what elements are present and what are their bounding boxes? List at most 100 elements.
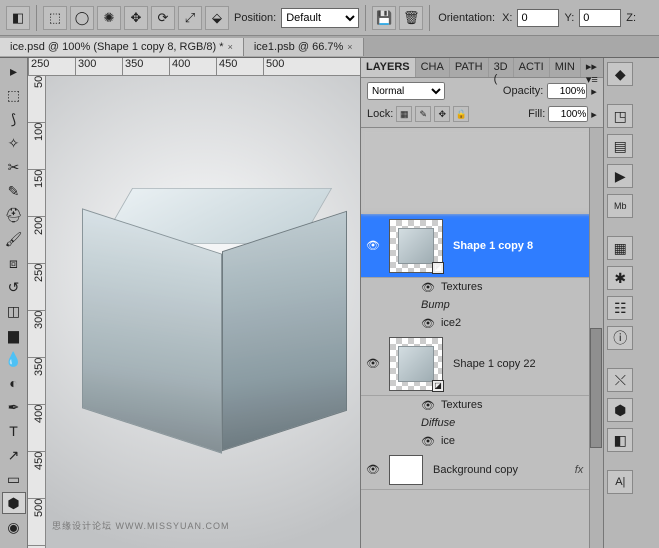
pen-tool-icon[interactable]: ✒ [2,396,26,418]
close-icon[interactable]: × [228,42,233,52]
collapse-icon[interactable]: ◆ [607,62,633,86]
path-tool-icon[interactable]: ↗ [2,444,26,466]
layer-thumbnail[interactable]: ◪ [389,219,443,273]
lock-image-icon[interactable]: ✎ [415,106,431,122]
visibility-eye-icon[interactable]: 👁 [421,399,435,412]
visibility-eye-icon[interactable]: 👁 [421,435,435,448]
eyedropper-tool-icon[interactable]: ✎ [2,180,26,202]
blend-mode-select[interactable]: Normal [367,82,445,100]
swatches-icon[interactable]: ▦ [607,236,633,260]
crop-tool-icon[interactable]: ✂ [2,156,26,178]
save-icon[interactable]: 💾 [372,6,396,30]
orientation-label: Orientation: [438,12,495,24]
ice-cube-render [86,176,346,436]
info-icon[interactable]: ⓘ [607,326,633,350]
histogram-icon[interactable]: ▤ [607,134,633,158]
mb-icon[interactable]: Mb [607,194,633,218]
move-tool-icon[interactable]: ▸ [2,60,26,82]
3d-camera-tool-icon[interactable]: ◉ [2,516,26,538]
3d-scene-icon[interactable]: ⬢ [607,398,633,422]
tab-actions[interactable]: ACTI [514,58,550,77]
layer-sub-diffuse[interactable]: Diffuse [361,414,603,432]
layers-above-faded [361,128,603,214]
z-label: Z: [626,12,636,24]
tab-mini[interactable]: MIN [550,58,581,77]
y-input[interactable] [579,9,621,27]
layer-thumbnail[interactable]: ◪ [389,337,443,391]
shape-tool-icon[interactable]: ▭ [2,468,26,490]
stamp-tool-icon[interactable]: ⧈ [2,252,26,274]
visibility-eye-icon[interactable]: 👁 [361,239,385,252]
eraser-tool-icon[interactable]: ◫ [2,300,26,322]
chevron-right-icon[interactable]: ▸ [591,108,597,121]
opacity-input[interactable] [547,83,587,99]
layer-sub-textures[interactable]: 👁Textures [361,278,603,296]
layer-sub-textures[interactable]: 👁Textures [361,396,603,414]
cube-icon[interactable]: ⬚ [43,6,67,30]
wand-tool-icon[interactable]: ✧ [2,132,26,154]
delete-icon[interactable]: 🗑 [399,6,423,30]
brush-tool-icon[interactable]: 🖌 [2,228,26,250]
lock-all-icon[interactable]: 🔒 [453,106,469,122]
scale-icon[interactable]: ⤢ [178,6,202,30]
scrollbar-thumb[interactable] [590,328,602,448]
layer-fx-indicator[interactable]: fx [575,464,584,476]
lock-transparency-icon[interactable]: ▦ [396,106,412,122]
tab-paths[interactable]: PATH [450,58,489,77]
close-icon[interactable]: × [347,42,352,52]
materials-icon[interactable]: ◧ [607,428,633,452]
layer-sub-ice2[interactable]: 👁ice2 [361,314,603,332]
adjust-icon[interactable]: ☷ [607,296,633,320]
styles-icon[interactable]: ✱ [607,266,633,290]
layer-sub-ice[interactable]: 👁ice [361,432,603,450]
navigator-icon[interactable]: ◳ [607,104,633,128]
y-label: Y: [564,12,574,24]
tab-channels[interactable]: CHA [416,58,450,77]
3d-object-tool-icon[interactable]: ⬢ [2,492,26,514]
pan-icon[interactable]: ⬙ [205,6,229,30]
visibility-eye-icon[interactable]: 👁 [361,463,385,476]
dodge-tool-icon[interactable]: ◐ [2,372,26,394]
canvas[interactable]: 思缘设计论坛 WWW.MISSYUAN.COM [46,76,360,548]
tab-layers[interactable]: LAYERS [361,58,416,77]
layer-row-background-copy[interactable]: 👁 Background copy fx ▾ [361,450,603,490]
layer-sub-bump[interactable]: Bump [361,296,603,314]
layer-thumbnail[interactable] [389,455,423,485]
x-input[interactable] [517,9,559,27]
chevron-right-icon[interactable]: ▸ [591,85,597,98]
type-tool-icon[interactable]: T [2,420,26,442]
light-icon[interactable]: ✺ [97,6,121,30]
move-3d-icon[interactable]: ✥ [124,6,148,30]
rotate-icon[interactable]: ⟳ [151,6,175,30]
sphere-icon[interactable]: ◯ [70,6,94,30]
lasso-tool-icon[interactable]: ⟆ [2,108,26,130]
scrollbar[interactable] [589,128,603,548]
heal-tool-icon[interactable]: ⛑ [2,204,26,226]
position-label: Position: [234,12,276,24]
tab-3d[interactable]: 3D ( [489,58,514,77]
visibility-eye-icon[interactable]: 👁 [421,317,435,330]
3d-axis-icon[interactable]: ⤬ [607,368,633,392]
x-label: X: [502,12,512,24]
gradient-tool-icon[interactable]: ▆ [2,324,26,346]
doc-tab-ice-psd[interactable]: ice.psd @ 100% (Shape 1 copy 8, RGB/8) *… [0,38,244,56]
color-icon[interactable]: ▶ [607,164,633,188]
fill-label: Fill: [528,108,545,120]
character-icon[interactable]: A| [607,470,633,494]
doc-tab-label: ice.psd @ 100% (Shape 1 copy 8, RGB/8) * [10,41,224,53]
document-tabs: ice.psd @ 100% (Shape 1 copy 8, RGB/8) *… [0,36,659,58]
marquee-tool-icon[interactable]: ⬚ [2,84,26,106]
tool-preset-icon[interactable]: ◧ [6,6,30,30]
visibility-eye-icon[interactable]: 👁 [421,281,435,294]
layer-row-shape1copy22[interactable]: 👁 ◪ Shape 1 copy 22 ▴ [361,332,603,396]
visibility-eye-icon[interactable]: 👁 [361,357,385,370]
history-brush-icon[interactable]: ↺ [2,276,26,298]
options-bar: ◧ ⬚ ◯ ✺ ✥ ⟳ ⤢ ⬙ Position: Default 💾 🗑 Or… [0,0,659,36]
lock-position-icon[interactable]: ✥ [434,106,450,122]
doc-tab-ice1-psb[interactable]: ice1.psb @ 66.7% × [244,38,364,56]
layer-row-shape1copy8[interactable]: 👁 ◪ Shape 1 copy 8 [361,214,603,278]
position-select[interactable]: Default [281,8,359,28]
fill-input[interactable] [548,106,588,122]
blur-tool-icon[interactable]: 💧 [2,348,26,370]
panel-menu-icon[interactable]: ▸▸ ▾≡ [581,58,603,77]
